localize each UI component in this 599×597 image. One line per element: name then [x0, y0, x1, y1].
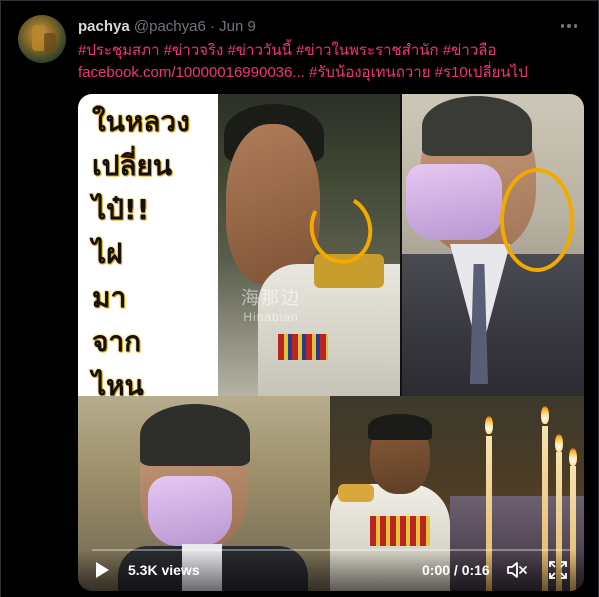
- figure-sash: [370, 516, 430, 546]
- user-handle[interactable]: @pachya6: [134, 18, 206, 35]
- video-player[interactable]: ในหลวง เปลี่ยน ไป๋!! ไฝ มา จาก ไหน 海那边 H…: [78, 94, 584, 591]
- frame-border-top: [0, 0, 599, 1]
- avatar-detail: [44, 33, 56, 53]
- caption-line: ในหลวง: [92, 105, 190, 138]
- watermark-english: Hinabian: [243, 310, 299, 324]
- figure-medals: [278, 334, 328, 360]
- video-watermark: 海那边 Hinabian: [226, 284, 316, 324]
- face-mask: [148, 476, 232, 546]
- progress-bar[interactable]: [92, 549, 570, 551]
- video-caption: ในหลวง เปลี่ยน ไป๋!! ไฝ มา จาก ไหน: [92, 100, 216, 396]
- candle-flame: [541, 406, 549, 424]
- tweet-text-line-hashtags[interactable]: #ประชุมสภา #ข่าวจริง #ข่าววันนี้ #ข่าวใน…: [78, 40, 578, 62]
- video-frame-king-closeup: [218, 94, 400, 396]
- watermark-chinese: 海那边: [241, 288, 301, 309]
- video-frame-masked-man: [402, 94, 584, 396]
- figure-face: [226, 124, 320, 284]
- display-name[interactable]: pachya: [78, 18, 130, 35]
- figure-hair: [140, 404, 250, 466]
- caption-line: ไป๋!!: [92, 193, 150, 226]
- frame-border-left: [0, 0, 1, 597]
- caption-line: ไฝ: [92, 237, 123, 270]
- candle-flame: [555, 434, 563, 452]
- figure-hair: [368, 414, 432, 440]
- caption-line: ไหน: [92, 369, 144, 396]
- figure-hair: [422, 96, 532, 156]
- mute-icon[interactable]: [506, 560, 528, 580]
- tweet-header: pachya @pachya6 · Jun 9: [78, 18, 256, 38]
- caption-line: เปลี่ยน: [92, 149, 173, 182]
- avatar[interactable]: [18, 15, 66, 63]
- face-mask: [406, 164, 502, 240]
- play-icon[interactable]: [96, 562, 109, 578]
- time-display: 0:00 / 0:16: [422, 562, 490, 578]
- tweet-text-line-link[interactable]: facebook.com/10000016990036... #รับน้องอ…: [78, 62, 578, 84]
- annotation-circle: [500, 168, 574, 272]
- tweet-text: #ประชุมสภา #ข่าวจริง #ข่าววันนี้ #ข่าวใน…: [78, 40, 578, 84]
- figure-epaulet: [338, 484, 374, 502]
- separator-dot: ·: [210, 18, 215, 35]
- caption-line: จาก: [92, 325, 142, 358]
- video-controls: 5.3K views 0:00 / 0:16: [78, 549, 584, 591]
- fullscreen-icon[interactable]: [548, 560, 568, 580]
- candle-flame: [485, 416, 493, 434]
- view-count: 5.3K views: [128, 562, 200, 578]
- more-icon[interactable]: [557, 18, 581, 34]
- candle-flame: [569, 448, 577, 466]
- tweet-date[interactable]: Jun 9: [219, 18, 256, 35]
- caption-panel: ในหลวง เปลี่ยน ไป๋!! ไฝ มา จาก ไหน: [78, 94, 218, 396]
- caption-line: มา: [92, 281, 127, 314]
